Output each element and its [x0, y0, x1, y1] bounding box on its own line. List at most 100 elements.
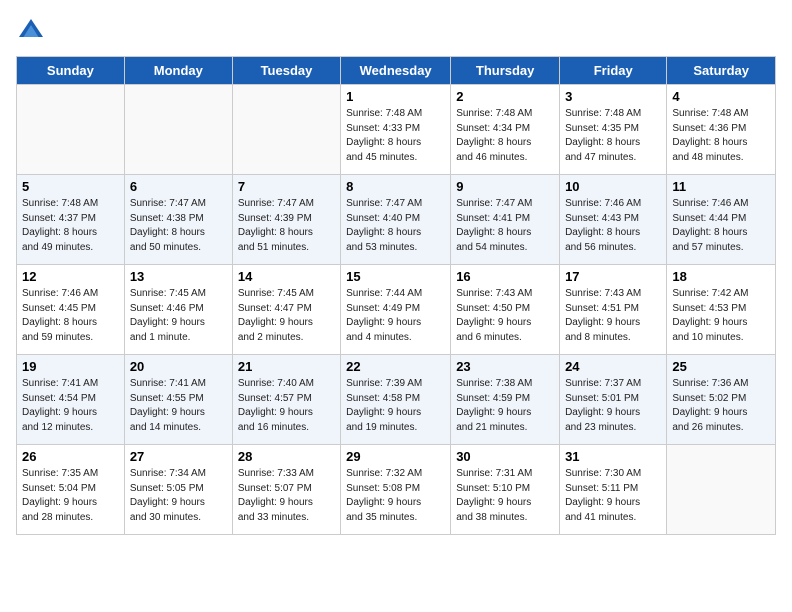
day-number: 9 [456, 179, 554, 194]
day-info: Sunrise: 7:47 AM Sunset: 4:39 PM Dayligh… [238, 197, 335, 255]
calendar-cell [232, 85, 340, 175]
day-info: Sunrise: 7:39 AM Sunset: 4:58 PM Dayligh… [346, 377, 445, 435]
calendar-cell: 2Sunrise: 7:48 AM Sunset: 4:34 PM Daylig… [451, 85, 560, 175]
day-number: 7 [238, 179, 335, 194]
day-number: 2 [456, 89, 554, 104]
calendar-cell: 3 Sunrise: 7:48 AM Sunset: 4:35 PM Daylig… [560, 85, 667, 175]
day-info: Sunrise: 7:48 AM Sunset: 4:37 PM Dayligh… [22, 197, 119, 255]
day-info: Sunrise: 7:47 AM Sunset: 4:41 PM Dayligh… [456, 197, 554, 255]
calendar-cell [17, 85, 125, 175]
day-number: 12 [22, 269, 119, 284]
day-info: Sunrise: 7:46 AM Sunset: 4:44 PM Dayligh… [672, 197, 770, 255]
day-info: Sunrise: 7:34 AM Sunset: 5:05 PM Dayligh… [130, 467, 227, 525]
day-number: 31 [565, 449, 661, 464]
day-number: 30 [456, 449, 554, 464]
day-info: Sunrise: 7:46 AM Sunset: 4:45 PM Dayligh… [22, 287, 119, 345]
calendar-cell: 21 Sunrise: 7:40 AM Sunset: 4:57 PM Dayli… [232, 355, 340, 445]
weekday-header-tuesday: Tuesday [232, 57, 340, 85]
calendar-cell: 23 Sunrise: 7:38 AM Sunset: 4:59 PM Dayli… [451, 355, 560, 445]
calendar-cell: 15 Sunrise: 7:44 AM Sunset: 4:49 PM Dayli… [341, 265, 451, 355]
day-info: Sunrise: 7:42 AM Sunset: 4:53 PM Dayligh… [672, 287, 770, 345]
day-info: Sunrise: 7:45 AM Sunset: 4:46 PM Dayligh… [130, 287, 227, 345]
week-row-1: 1 Sunrise: 7:48 AM Sunset: 4:33 PM Daylig… [17, 85, 776, 175]
day-number: 29 [346, 449, 445, 464]
day-number: 10 [565, 179, 661, 194]
day-number: 17 [565, 269, 661, 284]
day-number: 23 [456, 359, 554, 374]
day-number: 26 [22, 449, 119, 464]
day-number: 3 [565, 89, 661, 104]
calendar-table: SundayMondayTuesdayWednesdayThursdayFrid… [16, 56, 776, 535]
day-info: Sunrise: 7:47 AM Sunset: 4:40 PM Dayligh… [346, 197, 445, 255]
day-number: 25 [672, 359, 770, 374]
day-number: 5 [22, 179, 119, 194]
day-number: 13 [130, 269, 227, 284]
calendar-cell: 7 Sunrise: 7:47 AM Sunset: 4:39 PM Daylig… [232, 175, 340, 265]
day-info: Sunrise: 7:48 AM Sunset: 4:35 PM Dayligh… [565, 107, 661, 165]
calendar-cell: 6Sunrise: 7:47 AM Sunset: 4:38 PM Daylig… [124, 175, 232, 265]
calendar-cell: 31 Sunrise: 7:30 AM Sunset: 5:11 PM Dayli… [560, 445, 667, 535]
logo [16, 16, 50, 46]
day-info: Sunrise: 7:46 AM Sunset: 4:43 PM Dayligh… [565, 197, 661, 255]
day-info: Sunrise: 7:32 AM Sunset: 5:08 PM Dayligh… [346, 467, 445, 525]
day-info: Sunrise: 7:41 AM Sunset: 4:54 PM Dayligh… [22, 377, 119, 435]
day-info: Sunrise: 7:31 AM Sunset: 5:10 PM Dayligh… [456, 467, 554, 525]
calendar-cell: 24Sunrise: 7:37 AM Sunset: 5:01 PM Dayli… [560, 355, 667, 445]
calendar-cell: 30 Sunrise: 7:31 AM Sunset: 5:10 PM Dayli… [451, 445, 560, 535]
calendar-cell: 28Sunrise: 7:33 AM Sunset: 5:07 PM Dayli… [232, 445, 340, 535]
weekday-header-row: SundayMondayTuesdayWednesdayThursdayFrid… [17, 57, 776, 85]
calendar-cell: 4Sunrise: 7:48 AM Sunset: 4:36 PM Daylig… [667, 85, 776, 175]
day-number: 14 [238, 269, 335, 284]
day-info: Sunrise: 7:35 AM Sunset: 5:04 PM Dayligh… [22, 467, 119, 525]
day-number: 19 [22, 359, 119, 374]
calendar-cell [124, 85, 232, 175]
calendar-cell: 29 Sunrise: 7:32 AM Sunset: 5:08 PM Dayli… [341, 445, 451, 535]
day-info: Sunrise: 7:48 AM Sunset: 4:33 PM Dayligh… [346, 107, 445, 165]
day-info: Sunrise: 7:44 AM Sunset: 4:49 PM Dayligh… [346, 287, 445, 345]
weekday-header-sunday: Sunday [17, 57, 125, 85]
logo-icon [16, 16, 46, 46]
week-row-2: 5 Sunrise: 7:48 AM Sunset: 4:37 PM Daylig… [17, 175, 776, 265]
page-header [16, 16, 776, 46]
week-row-5: 26 Sunrise: 7:35 AM Sunset: 5:04 PM Dayli… [17, 445, 776, 535]
calendar-cell: 22 Sunrise: 7:39 AM Sunset: 4:58 PM Dayli… [341, 355, 451, 445]
weekday-header-saturday: Saturday [667, 57, 776, 85]
day-info: Sunrise: 7:40 AM Sunset: 4:57 PM Dayligh… [238, 377, 335, 435]
day-number: 1 [346, 89, 445, 104]
calendar-cell: 18Sunrise: 7:42 AM Sunset: 4:53 PM Dayli… [667, 265, 776, 355]
day-number: 27 [130, 449, 227, 464]
day-number: 6 [130, 179, 227, 194]
day-number: 15 [346, 269, 445, 284]
day-info: Sunrise: 7:30 AM Sunset: 5:11 PM Dayligh… [565, 467, 661, 525]
weekday-header-thursday: Thursday [451, 57, 560, 85]
calendar-cell: 16 Sunrise: 7:43 AM Sunset: 4:50 PM Dayli… [451, 265, 560, 355]
calendar-cell: 10 Sunrise: 7:46 AM Sunset: 4:43 PM Dayli… [560, 175, 667, 265]
day-info: Sunrise: 7:33 AM Sunset: 5:07 PM Dayligh… [238, 467, 335, 525]
calendar-cell: 27 Sunrise: 7:34 AM Sunset: 5:05 PM Dayli… [124, 445, 232, 535]
day-info: Sunrise: 7:48 AM Sunset: 4:36 PM Dayligh… [672, 107, 770, 165]
calendar-cell: 9 Sunrise: 7:47 AM Sunset: 4:41 PM Daylig… [451, 175, 560, 265]
day-info: Sunrise: 7:43 AM Sunset: 4:51 PM Dayligh… [565, 287, 661, 345]
calendar-cell: 26 Sunrise: 7:35 AM Sunset: 5:04 PM Dayli… [17, 445, 125, 535]
day-number: 20 [130, 359, 227, 374]
day-info: Sunrise: 7:37 AM Sunset: 5:01 PM Dayligh… [565, 377, 661, 435]
day-number: 11 [672, 179, 770, 194]
day-info: Sunrise: 7:43 AM Sunset: 4:50 PM Dayligh… [456, 287, 554, 345]
calendar-cell: 19 Sunrise: 7:41 AM Sunset: 4:54 PM Dayli… [17, 355, 125, 445]
day-number: 21 [238, 359, 335, 374]
calendar-cell: 14 Sunrise: 7:45 AM Sunset: 4:47 PM Dayli… [232, 265, 340, 355]
day-number: 22 [346, 359, 445, 374]
calendar-cell: 17 Sunrise: 7:43 AM Sunset: 4:51 PM Dayli… [560, 265, 667, 355]
day-info: Sunrise: 7:45 AM Sunset: 4:47 PM Dayligh… [238, 287, 335, 345]
calendar-cell: 25Sunrise: 7:36 AM Sunset: 5:02 PM Dayli… [667, 355, 776, 445]
calendar-cell: 11 Sunrise: 7:46 AM Sunset: 4:44 PM Dayli… [667, 175, 776, 265]
week-row-4: 19 Sunrise: 7:41 AM Sunset: 4:54 PM Dayli… [17, 355, 776, 445]
calendar-cell: 1 Sunrise: 7:48 AM Sunset: 4:33 PM Daylig… [341, 85, 451, 175]
weekday-header-friday: Friday [560, 57, 667, 85]
day-number: 16 [456, 269, 554, 284]
day-info: Sunrise: 7:38 AM Sunset: 4:59 PM Dayligh… [456, 377, 554, 435]
weekday-header-monday: Monday [124, 57, 232, 85]
day-info: Sunrise: 7:41 AM Sunset: 4:55 PM Dayligh… [130, 377, 227, 435]
calendar-cell: 12 Sunrise: 7:46 AM Sunset: 4:45 PM Dayli… [17, 265, 125, 355]
calendar-cell: 8Sunrise: 7:47 AM Sunset: 4:40 PM Daylig… [341, 175, 451, 265]
